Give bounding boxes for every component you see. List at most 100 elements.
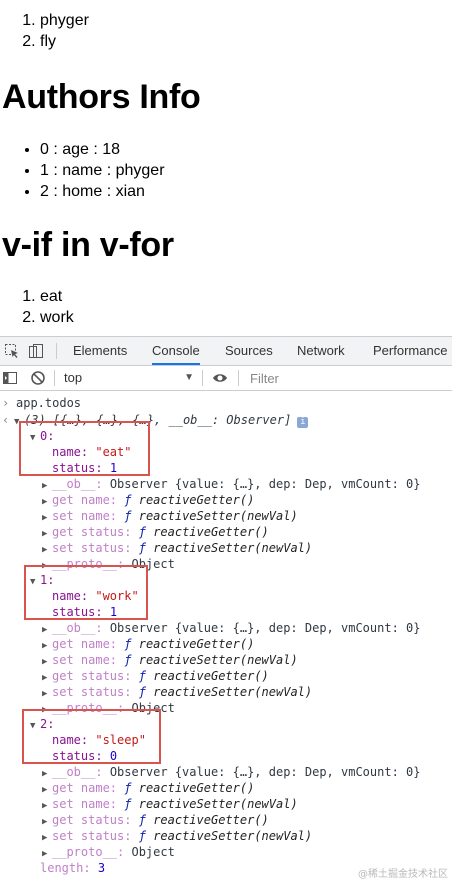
key-label: get status:: [52, 813, 132, 827]
devtools-tabbar: Elements Console Sources Network Perform…: [0, 337, 452, 366]
getter-row[interactable]: ▶ get name: ƒ reactiveGetter(): [42, 492, 254, 508]
divider: [238, 370, 239, 386]
key-label: set name:: [52, 509, 118, 523]
setter-row[interactable]: ▶ set name: ƒ reactiveSetter(newVal): [42, 508, 298, 524]
setter-row[interactable]: ▶ set status: ƒ reactiveSetter(newVal): [42, 684, 312, 700]
value: Observer {value: {…}, dep: Dep, vmCount:…: [109, 765, 421, 779]
list-item: eat: [40, 286, 74, 307]
tab-elements[interactable]: Elements: [73, 337, 127, 365]
key-label: set name:: [52, 797, 118, 811]
function-icon: ƒ: [138, 541, 146, 555]
function-icon: ƒ: [138, 669, 146, 683]
function-icon: ƒ: [138, 813, 146, 827]
key-label: set status:: [52, 541, 132, 555]
names-list: phyger fly: [0, 10, 89, 52]
list-item: 0 : age : 18: [40, 139, 165, 160]
divider: [54, 370, 55, 386]
key-label: set name:: [52, 653, 118, 667]
value: reactiveSetter(newVal): [138, 653, 298, 667]
tab-sources[interactable]: Sources: [225, 337, 273, 365]
value: reactiveGetter(): [138, 781, 255, 795]
ob-row[interactable]: ▶ __ob__: Observer {value: {…}, dep: Dep,…: [42, 620, 420, 636]
list-item: fly: [40, 31, 89, 52]
function-icon: ƒ: [138, 829, 146, 843]
ob-row[interactable]: ▶ __ob__: Observer {value: {…}, dep: Dep,…: [42, 764, 420, 780]
divider: [56, 343, 57, 359]
setter-row[interactable]: ▶ set name: ƒ reactiveSetter(newVal): [42, 796, 298, 812]
key-label: __ob__:: [52, 477, 103, 491]
key-label: __proto__:: [52, 845, 125, 859]
value: Observer {value: {…}, dep: Dep, vmCount:…: [109, 477, 421, 491]
key-label: set status:: [52, 685, 132, 699]
divider: [202, 370, 203, 386]
getter-row[interactable]: ▶ get status: ƒ reactiveGetter(): [42, 524, 269, 540]
value: reactiveGetter(): [138, 637, 255, 651]
tab-performance[interactable]: Performance: [373, 337, 447, 365]
authors-list: 0 : age : 18 1 : name : phyger 2 : home …: [0, 139, 165, 202]
getter-row[interactable]: ▶ get name: ƒ reactiveGetter(): [42, 636, 254, 652]
value: reactiveGetter(): [153, 525, 269, 539]
function-icon: ƒ: [124, 509, 132, 523]
key-label: get name:: [52, 781, 118, 795]
value: reactiveSetter(newVal): [138, 797, 298, 811]
function-icon: ƒ: [124, 637, 132, 651]
inspect-element-icon[interactable]: [4, 343, 20, 359]
context-value: top: [64, 370, 83, 385]
length-row: length: 3: [40, 860, 105, 876]
function-icon: ƒ: [124, 781, 132, 795]
function-icon: ƒ: [138, 525, 146, 539]
function-icon: ƒ: [124, 493, 132, 507]
value: reactiveGetter(): [153, 813, 269, 827]
list-item: phyger: [40, 10, 89, 31]
watermark: @稀土掘金技术社区: [358, 869, 448, 880]
value: reactiveGetter(): [153, 669, 269, 683]
list-item: 2 : home : xian: [40, 181, 165, 202]
eye-icon[interactable]: [212, 370, 228, 386]
getter-row[interactable]: ▶ get name: ƒ reactiveGetter(): [42, 780, 254, 796]
value: Object: [131, 845, 175, 859]
getter-row[interactable]: ▶ get status: ƒ reactiveGetter(): [42, 668, 269, 684]
clear-console-icon[interactable]: [30, 370, 46, 386]
ob-row[interactable]: ▶ __ob__: Observer {value: {…}, dep: Dep,…: [42, 476, 420, 492]
prompt-icon: ›: [2, 396, 10, 410]
setter-row[interactable]: ▶ set status: ƒ reactiveSetter(newVal): [42, 828, 312, 844]
list-item: work: [40, 307, 74, 328]
highlight-box: [24, 565, 148, 620]
todos-list: eat work: [0, 286, 74, 328]
tab-console[interactable]: Console: [152, 337, 200, 365]
setter-row[interactable]: ▶ set name: ƒ reactiveSetter(newVal): [42, 652, 298, 668]
devtools-panel: Elements Console Sources Network Perform…: [0, 336, 452, 883]
context-selector[interactable]: top ▼: [58, 366, 198, 390]
key-label: length:: [40, 861, 91, 875]
list-item: 1 : name : phyger: [40, 160, 165, 181]
value: 3: [97, 861, 106, 875]
return-arrow-icon: ‹: [2, 413, 10, 427]
setter-row[interactable]: ▶ set status: ƒ reactiveSetter(newVal): [42, 540, 312, 556]
authors-heading: Authors Info: [2, 78, 201, 116]
key-label: get name:: [52, 637, 118, 651]
vif-heading: v-if in v-for: [2, 226, 174, 264]
key-label: set status:: [52, 829, 132, 843]
function-icon: ƒ: [138, 685, 146, 699]
proto-row[interactable]: ▶ __proto__: Object: [42, 844, 175, 860]
value: reactiveSetter(newVal): [138, 509, 298, 523]
filter-input[interactable]: [244, 368, 452, 388]
command-text: app.todos: [16, 396, 82, 410]
highlight-box: [22, 709, 161, 764]
key-label: get status:: [52, 525, 132, 539]
key-label: get name:: [52, 493, 118, 507]
dropdown-arrow-icon: ▼: [184, 372, 194, 383]
tab-network[interactable]: Network: [297, 337, 345, 365]
device-toolbar-icon[interactable]: [28, 343, 44, 359]
highlight-box: [19, 421, 150, 476]
key-label: get status:: [52, 669, 132, 683]
console-toolbar: top ▼: [0, 366, 452, 391]
key-label: __ob__:: [52, 765, 103, 779]
value: reactiveSetter(newVal): [153, 685, 313, 699]
value: reactiveGetter(): [138, 493, 255, 507]
page-content: phyger fly Authors Info 0 : age : 18 1 :…: [0, 0, 452, 336]
info-icon[interactable]: i: [297, 417, 309, 428]
sidebar-toggle-icon[interactable]: [2, 370, 18, 386]
getter-row[interactable]: ▶ get status: ƒ reactiveGetter(): [42, 812, 269, 828]
value: Observer {value: {…}, dep: Dep, vmCount:…: [109, 621, 421, 635]
